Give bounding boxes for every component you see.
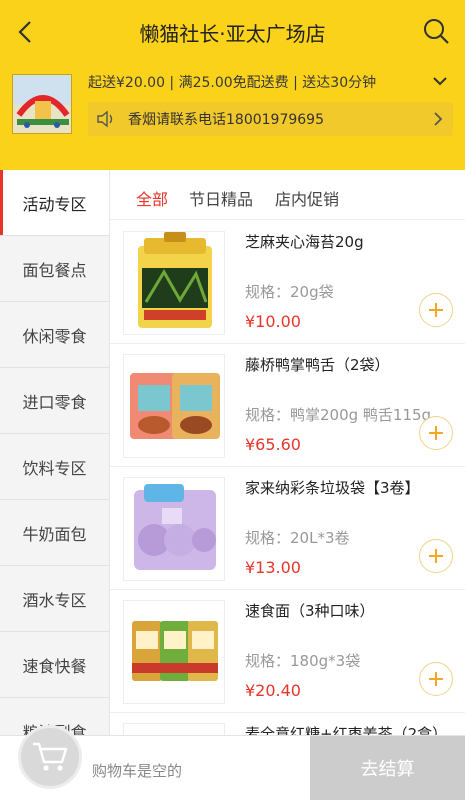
back-button[interactable]: [10, 16, 42, 48]
chevron-left-icon: [18, 21, 31, 43]
instant-noodles-image: [132, 621, 218, 681]
add-to-cart-button[interactable]: [419, 293, 453, 327]
product-price: ¥13.00: [245, 558, 301, 577]
store-header: 懒猫社长·亚太广场店 起送¥20.00 | 满25.00免配送费 | 送达30分…: [0, 0, 465, 170]
sidebar-item-label: 饮料专区: [22, 458, 87, 478]
store-front-image: [13, 75, 71, 133]
sidebar-item-label: 活动专区: [22, 194, 87, 214]
sidebar-item-activity[interactable]: 活动专区: [0, 170, 109, 236]
sidebar-item-label: 酒水专区: [22, 590, 87, 610]
sidebar-item-fastfood[interactable]: 速食快餐: [0, 632, 109, 698]
sidebar-item-label: 牛奶面包: [22, 524, 87, 544]
product-name: 麦全意红糖+红枣姜茶（2盒）: [245, 725, 448, 735]
expand-store-button[interactable]: [431, 72, 449, 90]
sidebar-item-label: 休闲零食: [22, 326, 87, 346]
product-name: 家来纳彩条垃圾袋【3卷】: [245, 479, 420, 497]
product-item[interactable]: 芝麻夹心海苔20g 规格：20g袋 ¥10.00: [110, 221, 465, 344]
page-title: 懒猫社长·亚太广场店: [139, 22, 326, 46]
announcement-bar[interactable]: 香烟请联系电话18001979695: [88, 102, 453, 136]
product-price: ¥65.60: [245, 435, 301, 454]
plus-icon: [429, 549, 443, 563]
plus-icon: [429, 303, 443, 317]
product-image: [123, 354, 225, 458]
product-spec: 规格：20g袋: [245, 283, 334, 301]
sidebar-item-bread[interactable]: 面包餐点: [0, 236, 109, 302]
product-item[interactable]: 家来纳彩条垃圾袋【3卷】 规格：20L*3卷 ¥13.00: [110, 467, 465, 590]
search-button[interactable]: [421, 16, 451, 46]
nav-bar: 懒猫社长·亚太广场店: [0, 0, 465, 64]
product-price: ¥20.40: [245, 681, 301, 700]
product-item[interactable]: 藤桥鸭掌鸭舌（2袋） 规格：鸭掌200g 鸭舌115g ¥65.60: [110, 344, 465, 467]
sidebar-item-imported[interactable]: 进口零食: [0, 368, 109, 434]
product-spec: 规格：鸭掌200g 鸭舌115g: [245, 406, 432, 424]
product-name: 芝麻夹心海苔20g: [245, 233, 364, 251]
sidebar-item-drinks[interactable]: 饮料专区: [0, 434, 109, 500]
sidebar-item-milk[interactable]: 牛奶面包: [0, 500, 109, 566]
product-item[interactable]: 麦全意红糖+红枣姜茶（2盒）: [110, 713, 465, 735]
store-delivery-info: 起送¥20.00 | 满25.00免配送费 | 送达30分钟: [88, 75, 377, 91]
product-name: 藤桥鸭掌鸭舌（2袋）: [245, 356, 390, 374]
add-to-cart-button[interactable]: [419, 662, 453, 696]
product-image: [123, 231, 225, 335]
tab-all[interactable]: 全部: [136, 186, 168, 210]
checkout-button[interactable]: 去结算: [310, 736, 465, 800]
product-spec: 规格：20L*3卷: [245, 529, 350, 547]
seaweed-snack-image: [138, 232, 212, 328]
plus-icon: [429, 672, 443, 686]
cart-button[interactable]: [18, 725, 82, 789]
add-to-cart-button[interactable]: [419, 416, 453, 450]
product-item[interactable]: 速食面（3种口味） 规格：180g*3袋 ¥20.40: [110, 590, 465, 713]
store-photo: [12, 74, 72, 134]
add-to-cart-button[interactable]: [419, 539, 453, 573]
sidebar-item-label: 面包餐点: [22, 260, 87, 280]
filter-tabs: 全部 节日精品 店内促销: [110, 170, 465, 220]
search-icon: [424, 19, 449, 44]
product-list: 芝麻夹心海苔20g 规格：20g袋 ¥10.00 藤桥鸭掌鸭舌（2袋） 规格：鸭…: [110, 221, 465, 735]
duck-feet-tongue-image: [130, 373, 220, 439]
product-price: ¥10.00: [245, 312, 301, 331]
product-image: [123, 477, 225, 581]
product-image: [123, 600, 225, 704]
garbage-bags-image: [134, 484, 216, 570]
sidebar-item-snacks[interactable]: 休闲零食: [0, 302, 109, 368]
chevron-right-icon: [434, 112, 443, 126]
product-spec: 规格：180g*3袋: [245, 652, 361, 670]
tab-holiday[interactable]: 节日精品: [189, 186, 253, 210]
sidebar-item-liquor[interactable]: 酒水专区: [0, 566, 109, 632]
announcement-text: 香烟请联系电话18001979695: [128, 112, 324, 128]
shopping-cart-icon: [33, 742, 68, 771]
tab-promo[interactable]: 店内促销: [275, 186, 339, 210]
chevron-down-icon: [433, 77, 447, 86]
sidebar-item-label: 进口零食: [22, 392, 87, 412]
speaker-icon: [97, 110, 113, 128]
sidebar-item-label: 速食快餐: [22, 656, 87, 676]
cart-empty-text: 购物车是空的: [92, 762, 183, 780]
product-image: [123, 723, 225, 735]
product-name: 速食面（3种口味）: [245, 602, 375, 620]
category-sidebar: 活动专区 面包餐点 休闲零食 进口零食 饮料专区 牛奶面包 酒水专区 速食快餐 …: [0, 170, 110, 735]
plus-icon: [429, 426, 443, 440]
